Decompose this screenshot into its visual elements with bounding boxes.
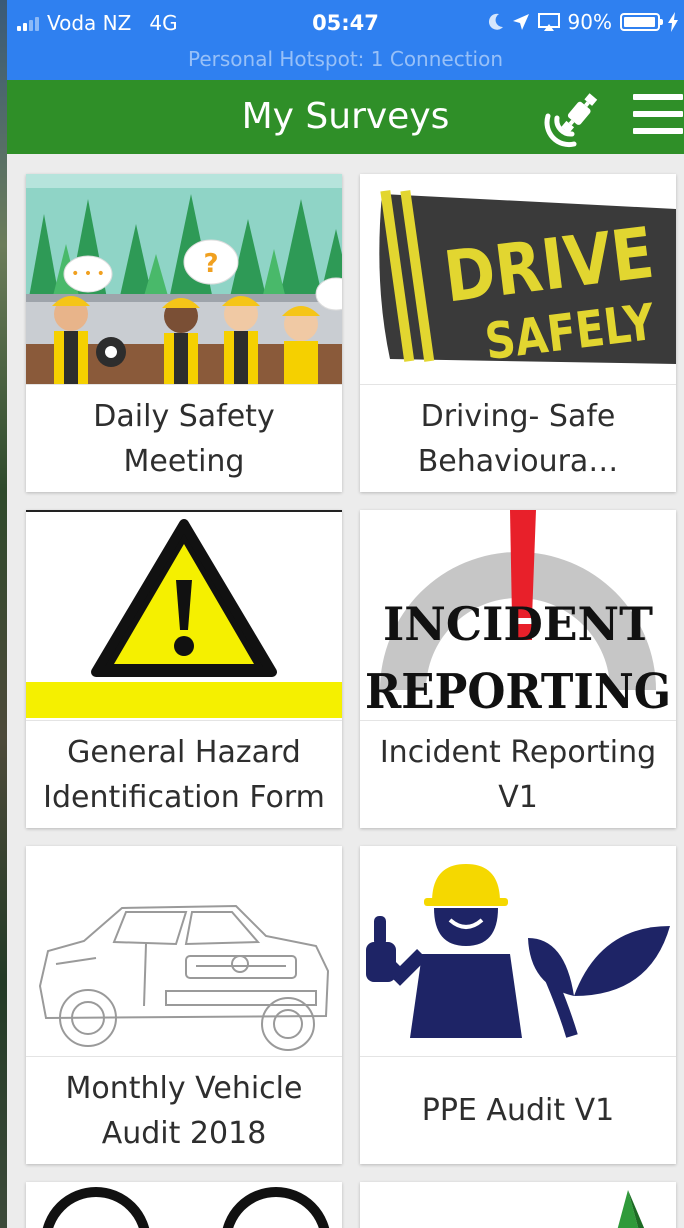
- battery-percent: 90%: [567, 10, 612, 34]
- survey-card-driving-safe-behaviour[interactable]: DRIVE SAFELY Driving- Safe Behavioura…: [360, 174, 676, 492]
- svg-text:• • •: • • •: [71, 266, 105, 282]
- moon-icon: [488, 13, 503, 30]
- survey-card-daily-safety-meeting[interactable]: ? • • • Daily Safety Meeting: [26, 174, 342, 492]
- survey-card-title: Monthly Vehicle Audit 2018: [26, 1056, 342, 1164]
- phone-screen: Voda NZ 4G 05:47 90% Personal Hotspot: 1…: [7, 0, 684, 1228]
- survey-thumbnail-image: [26, 510, 342, 720]
- survey-card-monthly-vehicle-audit[interactable]: Monthly Vehicle Audit 2018: [26, 846, 342, 1164]
- survey-card-partial-left[interactable]: [26, 1182, 342, 1228]
- status-bar: Voda NZ 4G 05:47 90% Personal Hotspot: 1…: [7, 0, 684, 80]
- hotspot-banner[interactable]: Personal Hotspot: 1 Connection: [7, 47, 684, 71]
- airplay-icon: [537, 13, 560, 31]
- charging-icon: [668, 12, 678, 32]
- survey-thumbnail-image: [42, 1187, 330, 1228]
- survey-card-title: General Hazard Identification Form: [26, 720, 342, 828]
- survey-card-title: PPE Audit V1: [360, 1056, 676, 1164]
- satellite-icon[interactable]: [540, 86, 610, 152]
- survey-thumbnail-image: [617, 1190, 645, 1228]
- status-right: 90%: [488, 10, 678, 34]
- reporting-image-text: REPORTING: [365, 664, 671, 720]
- survey-card-title: Daily Safety Meeting: [26, 384, 342, 492]
- incident-image-text: INCIDENT: [383, 597, 653, 651]
- survey-thumbnail-image: INCIDENT REPORTING: [360, 510, 676, 720]
- survey-thumbnail-image: [26, 846, 342, 1056]
- location-icon: [512, 14, 529, 30]
- hamburger-menu-icon[interactable]: [633, 94, 683, 144]
- svg-text:?: ?: [203, 249, 218, 279]
- battery-icon: [620, 13, 663, 31]
- survey-thumbnail-image: ? • • •: [26, 174, 342, 384]
- survey-thumbnail-image: [360, 846, 676, 1056]
- survey-card-incident-reporting[interactable]: INCIDENT REPORTING Incident Reporting V1: [360, 510, 676, 828]
- survey-thumbnail-image: DRIVE SAFELY: [360, 174, 676, 384]
- survey-card-ppe-audit[interactable]: PPE Audit V1: [360, 846, 676, 1164]
- survey-card-title: Driving- Safe Behavioura…: [360, 384, 676, 492]
- survey-grid: ? • • • Daily Safety Meeting DRIVE SAFEL…: [7, 154, 684, 1228]
- survey-card-general-hazard-identification[interactable]: General Hazard Identification Form: [26, 510, 342, 828]
- survey-card-title: Incident Reporting V1: [360, 720, 676, 828]
- survey-card-partial-right[interactable]: [360, 1182, 676, 1228]
